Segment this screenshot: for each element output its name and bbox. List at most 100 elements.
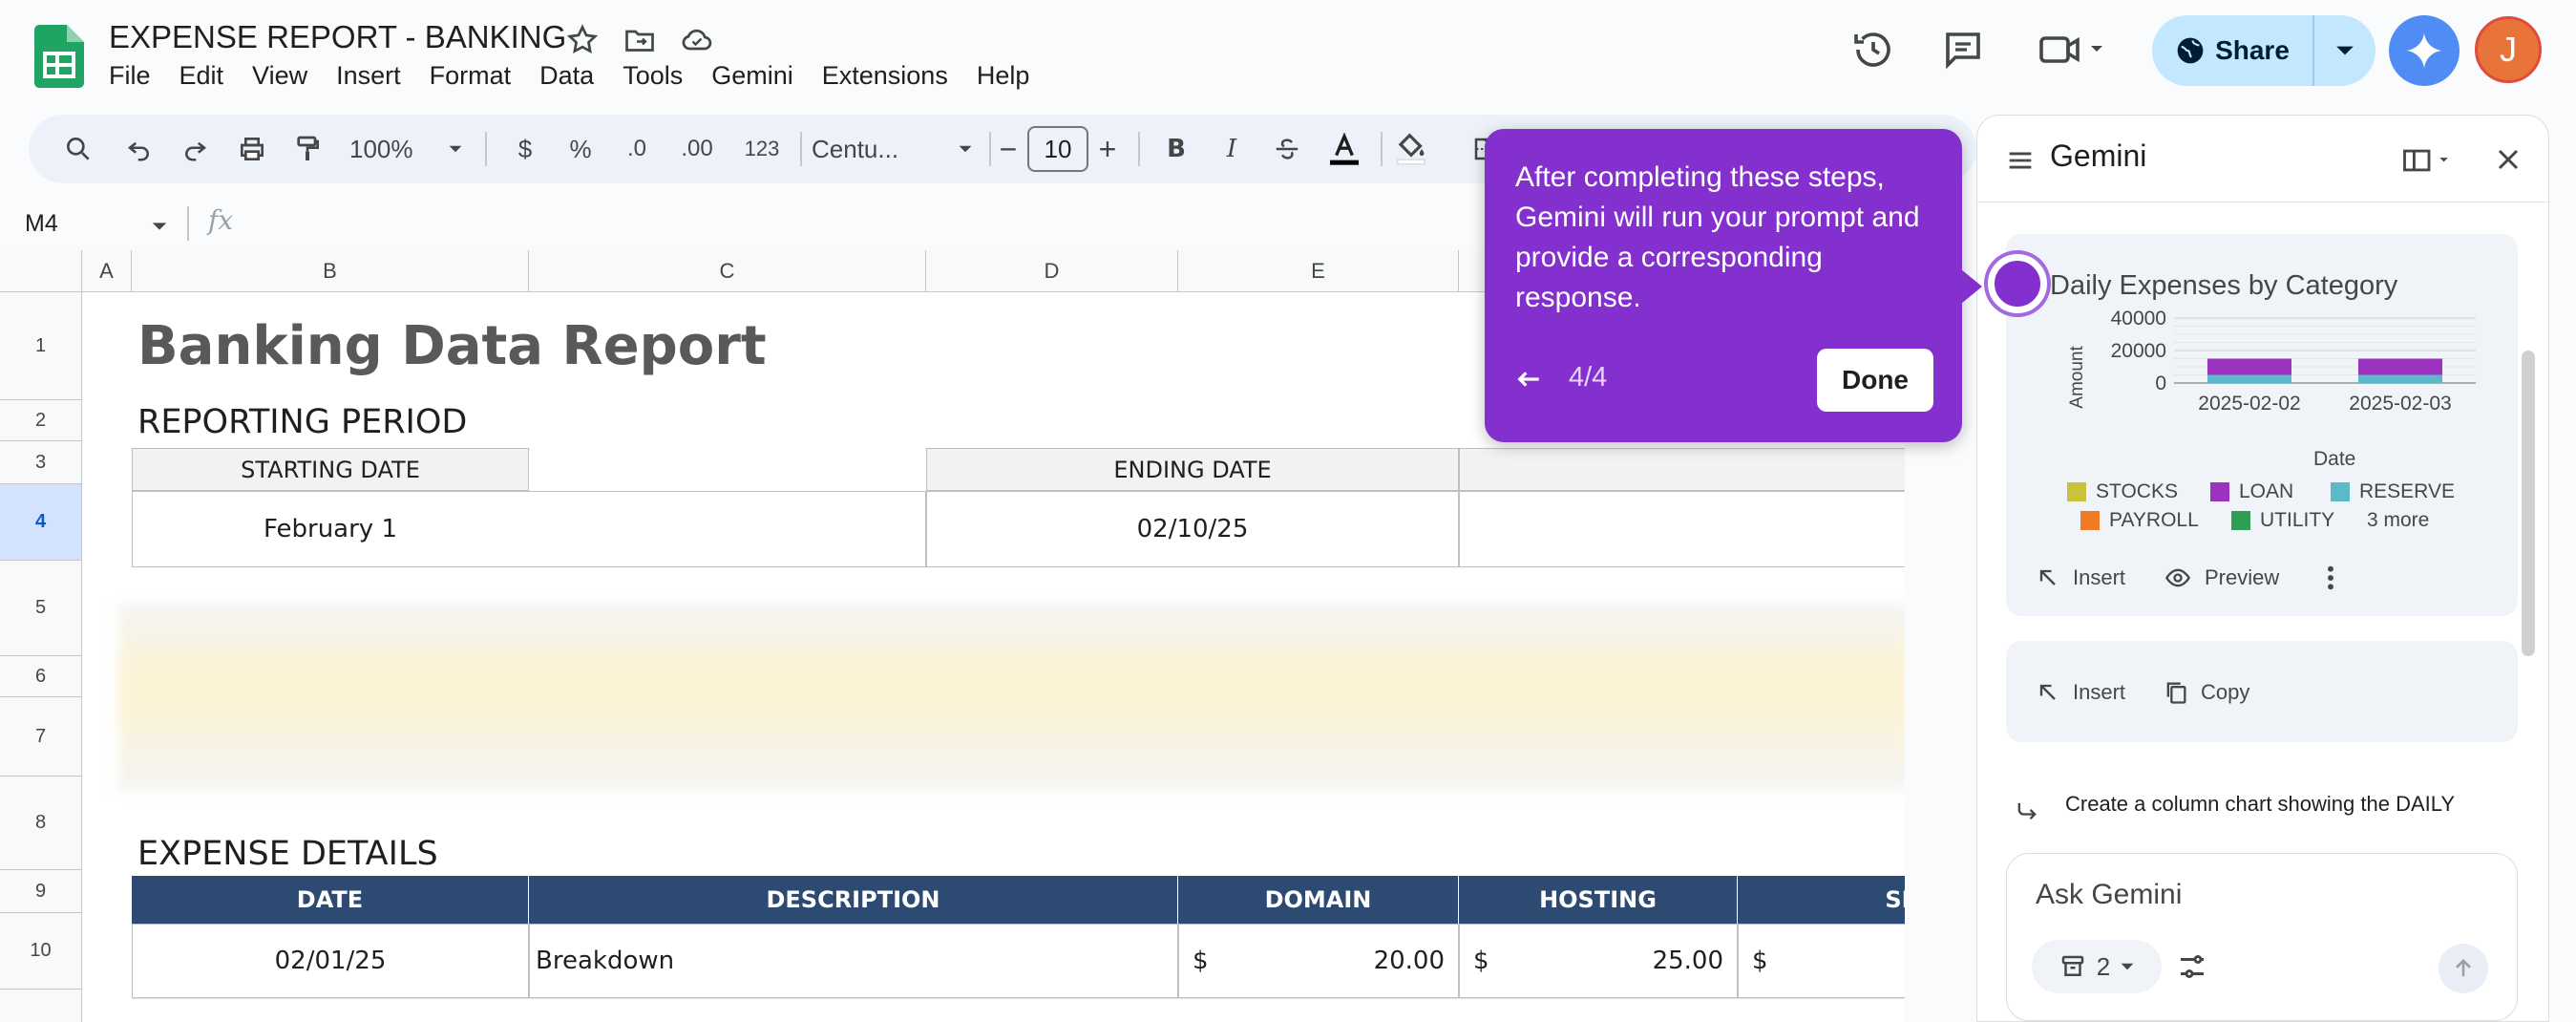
increase-font-size-button[interactable]: +	[1088, 128, 1127, 170]
report-title[interactable]: Banking Data Report	[137, 308, 767, 384]
copy-button[interactable]: Copy	[2163, 679, 2249, 706]
zoom-dropdown-icon[interactable]	[441, 128, 470, 170]
fill-color-icon[interactable]	[1390, 128, 1432, 170]
menu-data[interactable]: Data	[539, 61, 594, 91]
menu-gemini[interactable]: Gemini	[711, 61, 793, 91]
insert-button[interactable]: Insert	[2035, 679, 2125, 706]
tour-beacon[interactable]	[1988, 254, 2047, 313]
legend-more[interactable]: 3 more	[2367, 509, 2429, 532]
italic-button[interactable]: I	[1213, 128, 1251, 170]
menu-tools[interactable]: Tools	[623, 61, 683, 91]
avatar[interactable]: J	[2475, 16, 2542, 83]
send-prompt-icon[interactable]	[2439, 944, 2488, 993]
cloud-saved-icon[interactable]	[680, 23, 714, 57]
meet-icon[interactable]	[2036, 27, 2112, 73]
row-header-9[interactable]: 9	[0, 870, 82, 913]
menu-format[interactable]: Format	[430, 61, 512, 91]
version-history-icon[interactable]	[1850, 27, 1896, 73]
paint-format-icon[interactable]	[286, 128, 328, 170]
menu-insert[interactable]: Insert	[336, 61, 401, 91]
search-menus-icon[interactable]	[57, 128, 99, 170]
menu-edit[interactable]: Edit	[179, 61, 224, 91]
column-header-b[interactable]: B	[132, 250, 529, 292]
expense-details-heading[interactable]: EXPENSE DETAILS	[137, 835, 438, 873]
panel-layout-icon[interactable]	[2397, 144, 2460, 177]
percent-format-button[interactable]: %	[560, 128, 602, 170]
header-domain[interactable]: DOMAIN	[1178, 876, 1459, 924]
redo-icon[interactable]	[174, 128, 216, 170]
ending-date-label[interactable]: ENDING DATE	[926, 448, 1459, 491]
period-value-cell[interactable]	[1459, 491, 1905, 567]
insert-chart-button[interactable]: Insert	[2035, 564, 2125, 591]
more-options-icon[interactable]	[2319, 563, 2342, 593]
row-header-7[interactable]: 7	[0, 697, 82, 777]
zoom-select[interactable]: 100%	[349, 128, 445, 170]
column-header-a[interactable]: A	[82, 250, 132, 292]
menu-extensions[interactable]: Extensions	[822, 61, 948, 91]
period-header-cell[interactable]	[1459, 448, 1905, 491]
tooltip-done-button[interactable]: Done	[1817, 349, 1933, 412]
menu-view[interactable]: View	[252, 61, 307, 91]
select-all-corner[interactable]	[0, 250, 82, 292]
font-size-input[interactable]: 10	[1027, 126, 1088, 172]
row10-hosting[interactable]: $25.00	[1459, 924, 1738, 998]
font-select[interactable]: Centu...	[812, 128, 955, 170]
row-header-6[interactable]: 6	[0, 656, 82, 697]
menu-icon[interactable]	[2004, 144, 2037, 177]
starting-date-value[interactable]: February 1	[132, 491, 926, 567]
header-description[interactable]: DESCRIPTION	[529, 876, 1178, 924]
ending-date-value[interactable]: 02/10/25	[926, 491, 1459, 567]
document-title[interactable]: EXPENSE REPORT - BANKING	[109, 19, 566, 55]
decrease-font-size-button[interactable]: −	[991, 128, 1025, 170]
currency-format-button[interactable]: $	[504, 128, 546, 170]
header-hosting[interactable]: HOSTING	[1459, 876, 1738, 924]
column-header-c[interactable]: C	[529, 250, 926, 292]
row-header-11[interactable]	[0, 990, 82, 1022]
row-header-8[interactable]: 8	[0, 777, 82, 870]
text-color-icon[interactable]	[1323, 128, 1365, 170]
tooltip-back-arrow-icon[interactable]	[1513, 364, 1544, 394]
row-header-3[interactable]: 3	[0, 441, 82, 484]
row10-security[interactable]: $	[1738, 924, 1905, 998]
menu-file[interactable]: File	[109, 61, 151, 91]
menu-help[interactable]: Help	[977, 61, 1030, 91]
font-dropdown-icon[interactable]	[951, 128, 980, 170]
row10-date[interactable]: 02/01/25	[132, 924, 529, 998]
print-icon[interactable]	[231, 128, 273, 170]
ask-gemini-input[interactable]: Ask Gemini	[2036, 879, 2182, 911]
decrease-decimal-button[interactable]: .0	[613, 128, 661, 170]
row-header-4[interactable]: 4	[0, 484, 82, 561]
increase-decimal-button[interactable]: .00	[668, 128, 726, 170]
name-box-dropdown-icon[interactable]	[151, 218, 168, 235]
starting-date-label[interactable]: STARTING DATE	[132, 448, 529, 491]
close-panel-icon[interactable]	[2491, 142, 2525, 177]
strikethrough-icon[interactable]	[1268, 128, 1306, 170]
move-folder-icon[interactable]	[623, 23, 657, 57]
share-button[interactable]: Share	[2152, 15, 2375, 86]
ask-gemini-box[interactable]: Ask Gemini 2	[2006, 853, 2518, 1021]
star-icon[interactable]	[565, 23, 600, 57]
comments-icon[interactable]	[1940, 27, 1986, 73]
column-header-e[interactable]: E	[1178, 250, 1459, 292]
row-header-5[interactable]: 5	[0, 561, 82, 656]
panel-scrollbar[interactable]	[2522, 351, 2535, 656]
row-header-2[interactable]: 2	[0, 400, 82, 441]
header-security[interactable]: SEC	[1738, 876, 1905, 924]
row10-description[interactable]: Breakdown	[529, 924, 1178, 998]
bold-button[interactable]: B	[1157, 128, 1195, 170]
gemini-sparkle-icon[interactable]	[2389, 15, 2460, 86]
sheets-logo-icon[interactable]	[34, 25, 84, 88]
preview-button[interactable]: Preview	[2163, 564, 2279, 591]
reporting-period-heading[interactable]: REPORTING PERIOD	[137, 403, 467, 441]
header-date[interactable]: DATE	[132, 876, 529, 924]
previous-prompt-text[interactable]: Create a column chart showing the DAILY	[2065, 792, 2523, 819]
sources-chip[interactable]: 2	[2032, 940, 2162, 993]
row-header-10[interactable]: 10	[0, 913, 82, 990]
more-formats-button[interactable]: 123	[733, 128, 791, 170]
undo-icon[interactable]	[118, 128, 160, 170]
row10-domain[interactable]: $20.00	[1178, 924, 1459, 998]
tune-settings-icon[interactable]	[2175, 949, 2209, 984]
row-header-1[interactable]: 1	[0, 292, 82, 400]
share-dropdown-icon[interactable]	[2314, 15, 2375, 86]
column-header-d[interactable]: D	[926, 250, 1178, 292]
